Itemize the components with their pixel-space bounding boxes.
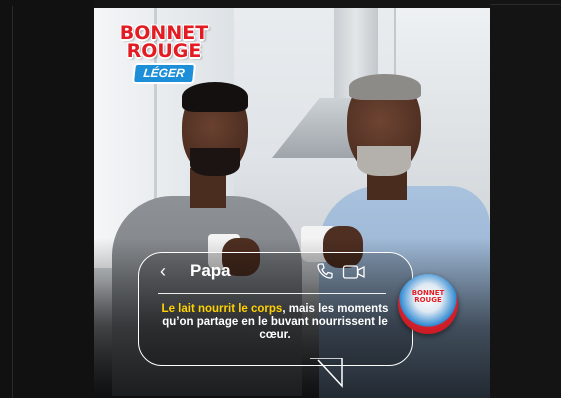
milk-can-label: BONNET ROUGE [405,290,451,304]
chat-header-divider [158,293,386,294]
viewer-left-border [12,6,13,398]
viewer-left-margin [0,0,94,398]
message-highlight: Le lait nourrit le corps [161,303,283,315]
chat-header: ‹ Papa [138,256,411,290]
chevron-left-icon[interactable]: ‹ [160,260,166,282]
milk-can-icon [398,274,458,334]
video-camera-icon[interactable] [342,264,366,280]
chat-bubble-tail [310,358,343,388]
brand-logo: BONNET ROUGE LÉGER [116,24,212,84]
chat-message: Le lait nourrit le corps, mais les momen… [150,303,400,342]
logo-word-2: ROUGE [126,40,202,62]
contact-name: Papa [190,261,231,280]
viewer-right-margin [490,0,561,398]
viewer-top-border [490,4,561,5]
phone-icon[interactable] [316,262,334,280]
can-label-line-2: ROUGE [414,296,442,304]
logo-variant-badge: LÉGER [131,63,197,84]
